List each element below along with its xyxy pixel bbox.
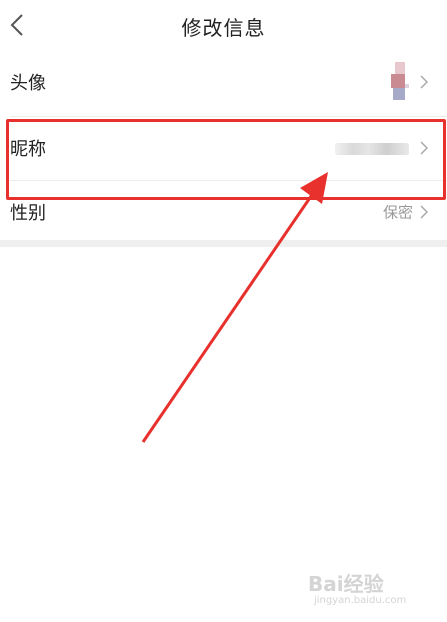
nickname-value-blurred: [335, 143, 409, 155]
avatar-label: 头像: [10, 73, 46, 94]
gender-value: 保密: [382, 203, 413, 222]
chevron-right-icon: [420, 75, 429, 89]
nickname-row[interactable]: 昵称: [0, 116, 447, 180]
section-divider: [0, 240, 447, 247]
gender-row[interactable]: 性别 保密: [0, 180, 447, 244]
gender-label: 性别: [10, 203, 46, 224]
nickname-label: 昵称: [10, 139, 46, 160]
avatar-row[interactable]: 头像: [0, 50, 447, 114]
page-title: 修改信息: [181, 16, 266, 40]
header-bar: 修改信息: [0, 0, 447, 50]
watermark: Bai经验 jingyan.baidu.com: [308, 568, 433, 608]
watermark-url: jingyan.baidu.com: [314, 595, 407, 606]
chevron-right-icon: [420, 205, 429, 219]
chevron-right-icon: [420, 141, 429, 155]
avatar-image: [391, 62, 409, 102]
watermark-logo: Bai经验: [308, 572, 384, 596]
